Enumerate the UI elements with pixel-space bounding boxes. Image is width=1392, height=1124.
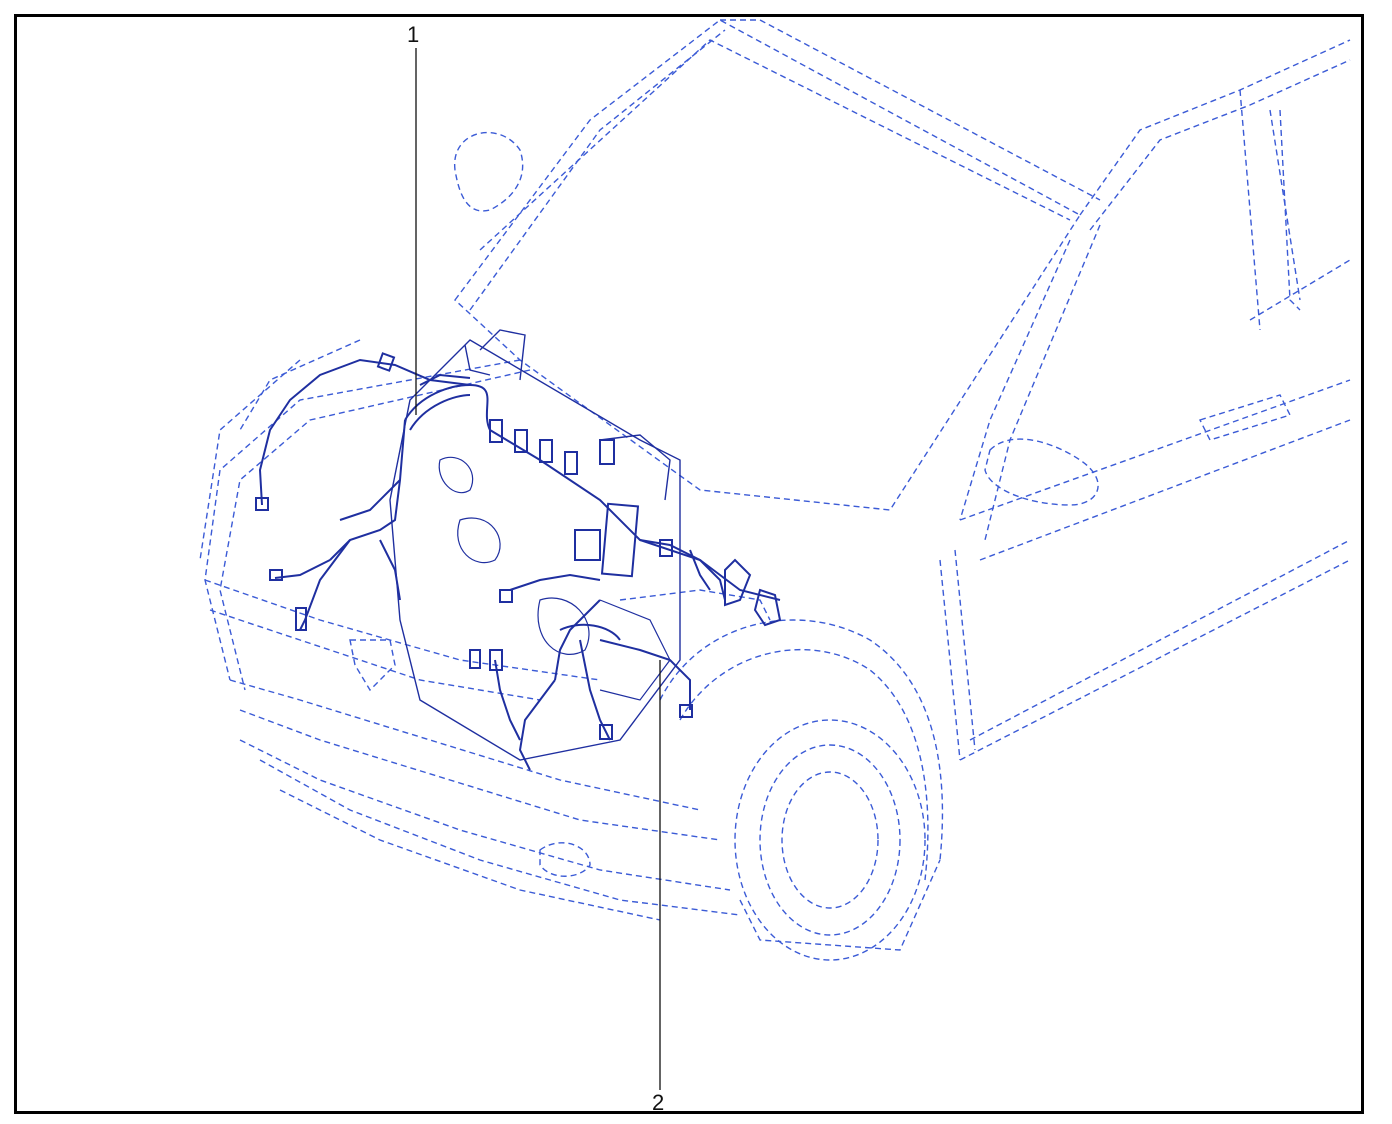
wiring-harness-diagram [199,19,1351,1090]
engine-harness-assembly [255,329,782,771]
callout-leaders [415,48,661,1090]
callout-label-2: 2 [652,1090,665,1115]
vehicle-outline [199,19,1351,961]
callout-label-1: 1 [407,22,420,47]
